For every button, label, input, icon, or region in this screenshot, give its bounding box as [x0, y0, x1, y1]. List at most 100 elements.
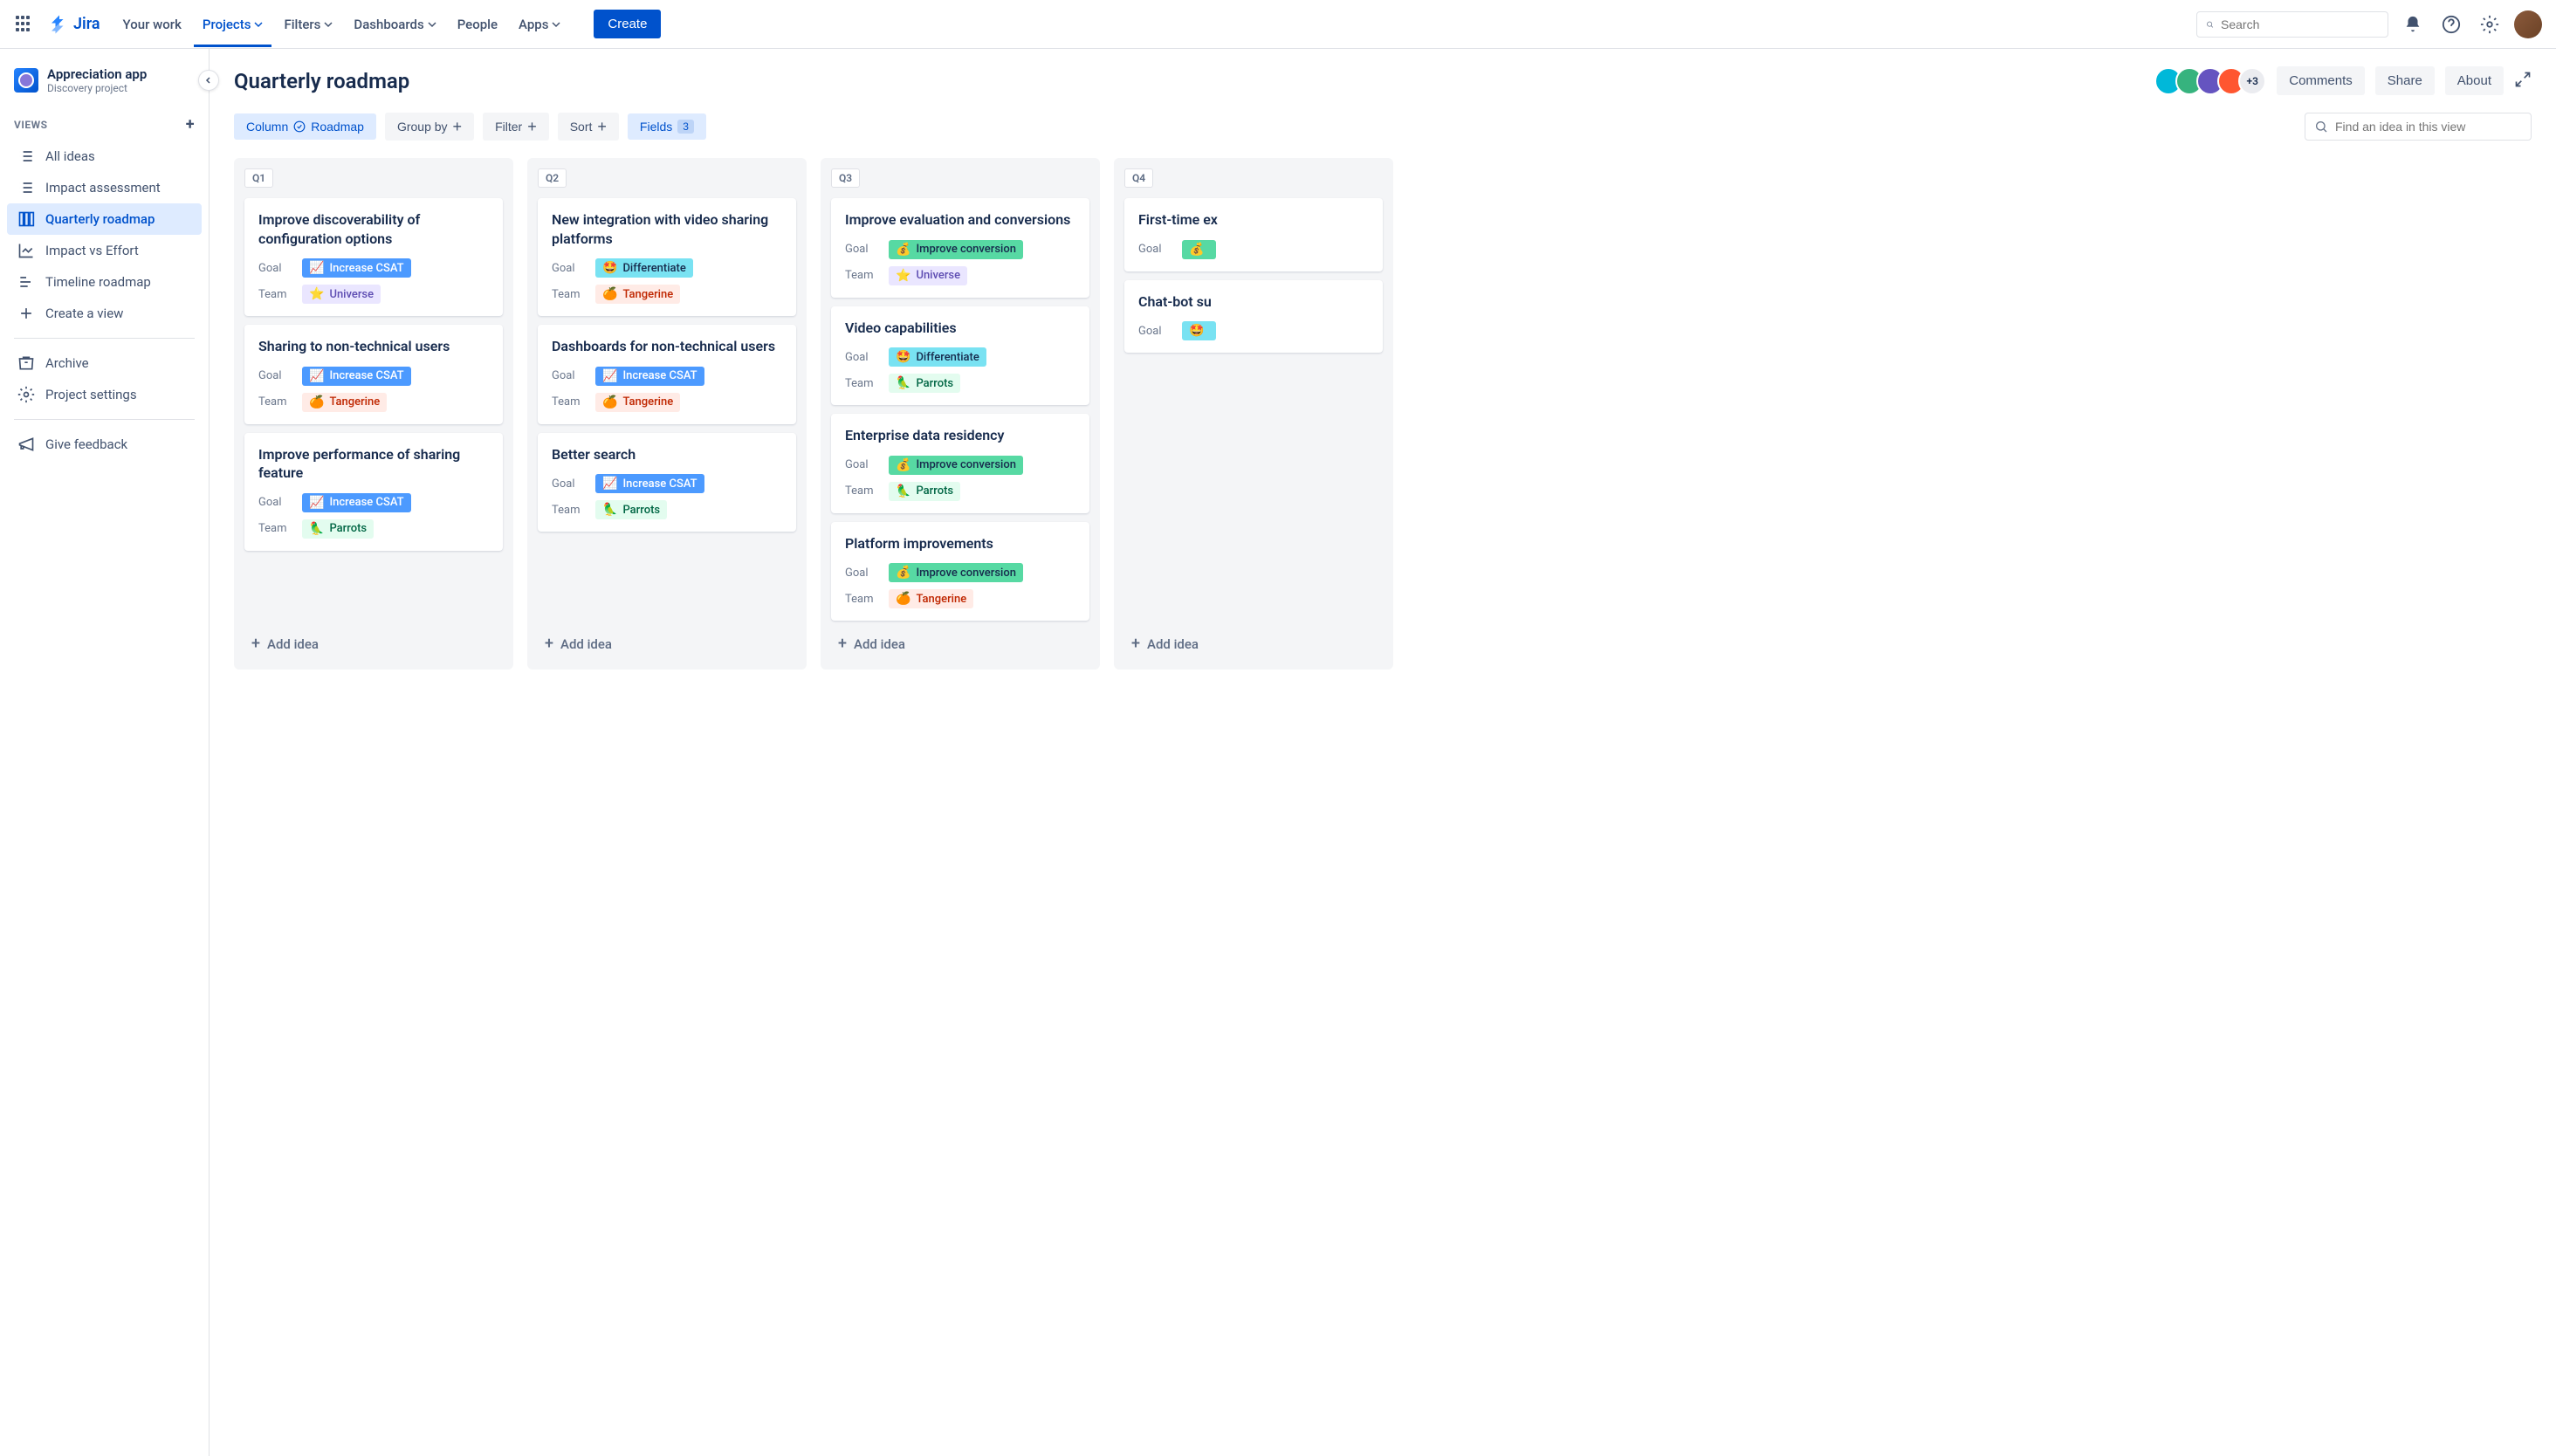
- expand-icon[interactable]: [2514, 71, 2532, 92]
- add-idea-button[interactable]: +Add idea: [244, 629, 503, 659]
- idea-card[interactable]: Dashboards for non-technical usersGoal📈I…: [538, 325, 796, 424]
- board-column: Q2 New integration with video sharing pla…: [527, 158, 807, 670]
- add-view-icon[interactable]: +: [186, 115, 195, 134]
- idea-card[interactable]: Improve performance of sharing featureGo…: [244, 433, 503, 551]
- gear-icon: [17, 386, 35, 403]
- column-selector[interactable]: Column Roadmap: [234, 113, 376, 140]
- idea-card[interactable]: New integration with video sharing platf…: [538, 198, 796, 316]
- global-search[interactable]: [2196, 11, 2388, 38]
- column-header[interactable]: Q3: [831, 168, 860, 188]
- add-idea-button[interactable]: +Add idea: [538, 629, 796, 659]
- list-icon: [17, 148, 35, 165]
- idea-card[interactable]: Better searchGoal📈Increase CSATTeam🦜Parr…: [538, 433, 796, 532]
- field-label-team: Team: [552, 504, 595, 517]
- idea-card[interactable]: Video capabilitiesGoal🤩DifferentiateTeam…: [831, 306, 1089, 406]
- goal-tag: 🤩Differentiate: [889, 347, 986, 367]
- field-label-goal: Goal: [552, 369, 595, 382]
- goal-tag: 📈Increase CSAT: [302, 493, 411, 512]
- goal-tag: 💰Improve conversion: [889, 563, 1023, 582]
- sidebar-collapse-button[interactable]: [198, 70, 219, 91]
- field-label-team: Team: [258, 522, 302, 535]
- nav-apps[interactable]: Apps: [510, 10, 569, 39]
- chevron-down-icon: [254, 20, 263, 29]
- about-button[interactable]: About: [2445, 66, 2504, 95]
- sidebar-item-archive[interactable]: Archive: [7, 347, 202, 379]
- timeline-icon: [17, 273, 35, 291]
- idea-card[interactable]: First-time exGoal💰: [1124, 198, 1383, 271]
- help-icon[interactable]: [2437, 10, 2465, 38]
- team-tag: 🦜Parrots: [595, 500, 667, 519]
- sidebar-item-give-feedback[interactable]: Give feedback: [7, 429, 202, 460]
- filter-button[interactable]: Filter+: [483, 113, 549, 141]
- groupby-button[interactable]: Group by+: [385, 113, 474, 141]
- jira-logo[interactable]: Jira: [49, 14, 100, 35]
- nav-filters[interactable]: Filters: [275, 10, 341, 39]
- goal-tag: 🤩Differentiate: [595, 258, 693, 278]
- sidebar-item-impact-assessment[interactable]: Impact assessment: [7, 172, 202, 203]
- idea-card[interactable]: Improve evaluation and conversionsGoal💰I…: [831, 198, 1089, 298]
- idea-card[interactable]: Sharing to non-technical usersGoal📈Incre…: [244, 325, 503, 424]
- card-title: Better search: [552, 445, 782, 464]
- column-header[interactable]: Q2: [538, 168, 567, 188]
- sort-button[interactable]: Sort+: [558, 113, 619, 141]
- card-title: Video capabilities: [845, 319, 1075, 338]
- check-circle-icon: [293, 120, 306, 133]
- notifications-icon[interactable]: [2399, 10, 2427, 38]
- project-header[interactable]: Appreciation app Discovery project: [7, 63, 202, 108]
- add-idea-button[interactable]: +Add idea: [831, 629, 1089, 659]
- goal-tag: 📈Increase CSAT: [302, 367, 411, 386]
- find-idea-box[interactable]: [2305, 113, 2532, 141]
- team-tag: 🍊Tangerine: [302, 393, 387, 412]
- idea-card[interactable]: Improve discoverability of configuration…: [244, 198, 503, 316]
- idea-card[interactable]: Enterprise data residencyGoal💰Improve co…: [831, 414, 1089, 513]
- column-header[interactable]: Q4: [1124, 168, 1153, 188]
- comments-button[interactable]: Comments: [2277, 66, 2365, 95]
- field-label-team: Team: [845, 377, 889, 390]
- board: Q1 Improve discoverability of configurati…: [234, 158, 2532, 670]
- field-label-team: Team: [845, 593, 889, 606]
- sidebar-item-quarterly-roadmap[interactable]: Quarterly roadmap: [7, 203, 202, 235]
- avatar-more[interactable]: +3: [2238, 67, 2266, 95]
- sidebar-item-impact-vs-effort[interactable]: Impact vs Effort: [7, 235, 202, 266]
- team-tag: 🍊Tangerine: [889, 589, 973, 608]
- fields-button[interactable]: Fields3: [628, 113, 706, 140]
- search-input[interactable]: [2221, 17, 2379, 31]
- nav-people[interactable]: People: [449, 10, 506, 39]
- user-avatar[interactable]: [2514, 10, 2542, 38]
- nav-projects[interactable]: Projects: [194, 2, 272, 47]
- divider: [14, 419, 195, 420]
- chevron-down-icon: [552, 20, 560, 29]
- sidebar-item-create-view[interactable]: Create a view: [7, 298, 202, 329]
- goal-tag: 💰: [1182, 240, 1216, 259]
- card-title: Improve performance of sharing feature: [258, 445, 489, 483]
- card-title: Platform improvements: [845, 534, 1075, 553]
- sidebar: Appreciation app Discovery project VIEWS…: [0, 49, 210, 1456]
- sidebar-item-all-ideas[interactable]: All ideas: [7, 141, 202, 172]
- field-label-team: Team: [845, 484, 889, 498]
- goal-tag: 📈Increase CSAT: [302, 258, 411, 278]
- card-title: First-time ex: [1138, 210, 1369, 230]
- nav-your-work[interactable]: Your work: [114, 10, 190, 39]
- idea-card[interactable]: Chat-bot suGoal🤩: [1124, 280, 1383, 354]
- nav-dashboards[interactable]: Dashboards: [345, 10, 444, 39]
- column-header[interactable]: Q1: [244, 168, 273, 188]
- topbar: Jira Your work Projects Filters Dashboar…: [0, 0, 2556, 49]
- project-name: Appreciation app: [47, 66, 147, 82]
- add-idea-button[interactable]: +Add idea: [1124, 629, 1383, 659]
- board-column: Q1 Improve discoverability of configurati…: [234, 158, 513, 670]
- idea-card[interactable]: Platform improvementsGoal💰Improve conver…: [831, 522, 1089, 622]
- share-button[interactable]: Share: [2375, 66, 2435, 95]
- find-idea-input[interactable]: [2335, 120, 2522, 134]
- app-switcher-icon[interactable]: [14, 14, 35, 35]
- field-label-team: Team: [845, 269, 889, 282]
- sidebar-item-project-settings[interactable]: Project settings: [7, 379, 202, 410]
- sidebar-item-timeline-roadmap[interactable]: Timeline roadmap: [7, 266, 202, 298]
- search-icon: [2314, 120, 2328, 134]
- list-icon: [17, 179, 35, 196]
- chevron-down-icon: [428, 20, 436, 29]
- goal-tag: 📈Increase CSAT: [595, 367, 704, 386]
- chart-icon: [17, 242, 35, 259]
- create-button[interactable]: Create: [594, 10, 661, 38]
- settings-icon[interactable]: [2476, 10, 2504, 38]
- collaborator-avatars[interactable]: +3: [2154, 67, 2266, 95]
